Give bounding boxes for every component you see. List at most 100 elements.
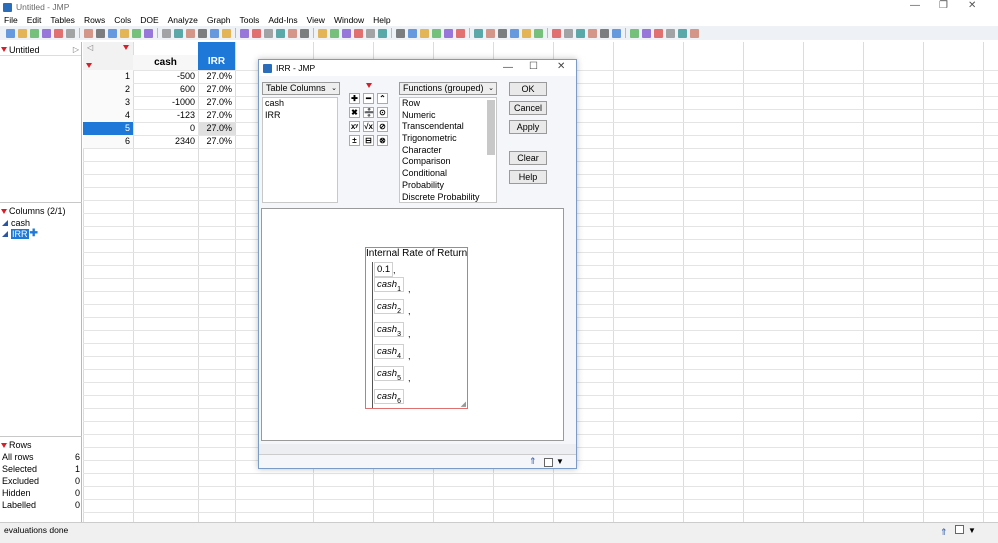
functions-list[interactable]: Row Numeric Transcendental Trigonometric Cha… <box>399 97 497 203</box>
row-number[interactable]: 1 <box>83 70 133 83</box>
toolbar-tool-icon[interactable] <box>408 28 417 38</box>
toolbar-tool-icon[interactable] <box>162 28 171 38</box>
menu-file[interactable]: File <box>4 15 18 25</box>
toolbar-tool-icon[interactable] <box>210 28 219 38</box>
toolbar-tool-icon[interactable] <box>30 28 39 38</box>
window-list-icon[interactable] <box>955 525 964 534</box>
toolbar-tool-icon[interactable] <box>600 28 609 38</box>
menu-graph[interactable]: Graph <box>207 15 231 25</box>
red-triangle-menu-icon[interactable] <box>123 45 129 50</box>
row-number[interactable]: 6 <box>83 135 133 148</box>
toolbar-tool-icon[interactable] <box>198 28 207 38</box>
function-group-item[interactable]: Discrete Probability <box>400 192 496 204</box>
close-icon[interactable]: ✕ <box>557 61 565 72</box>
toolbar-tool-icon[interactable] <box>342 28 351 38</box>
stop-icon[interactable]: ⊗ <box>377 135 388 146</box>
irr-cell[interactable]: 27.0% <box>198 122 235 135</box>
function-group-item[interactable]: Row <box>400 98 496 110</box>
menu-rows[interactable]: Rows <box>84 15 105 25</box>
guess-argument[interactable]: 0.1 <box>374 262 394 277</box>
table-columns-dropdown[interactable]: Table Columns ⌄ <box>262 82 340 95</box>
cash-cell[interactable]: 600 <box>133 83 198 96</box>
irr-cell[interactable]: 27.0% <box>198 83 235 96</box>
corner-left-arrow-icon[interactable]: ◁ <box>87 43 93 52</box>
root-icon[interactable]: √x <box>363 121 374 132</box>
column-item-irr[interactable]: IRR ✚ <box>0 228 82 239</box>
raise-icon[interactable]: ⌃ <box>377 93 388 104</box>
cash-argument[interactable]: cash6 <box>374 388 404 405</box>
red-triangle-menu-icon[interactable] <box>1 442 7 448</box>
cash-argument[interactable]: cash4 <box>374 343 404 360</box>
dropdown-arrow-icon[interactable]: ▼ <box>556 457 564 466</box>
functions-scrollbar[interactable] <box>487 100 495 155</box>
table-columns-list[interactable]: cash IRR <box>262 97 338 203</box>
multiply-icon[interactable]: ✖ <box>349 107 360 118</box>
toolbar-tool-icon[interactable] <box>366 28 375 38</box>
cash-argument[interactable]: cash5 <box>374 366 404 382</box>
function-group-item[interactable]: Conditional <box>400 168 496 180</box>
toolbar-tool-icon[interactable] <box>252 28 261 38</box>
cash-argument[interactable]: cash2 <box>374 299 404 315</box>
toolbar-tool-icon[interactable] <box>96 28 105 38</box>
table-panel-header[interactable]: Untitled ▷ <box>0 44 81 56</box>
irr-cell[interactable]: 27.0% <box>198 96 235 109</box>
cash-cell[interactable]: 0 <box>133 122 198 135</box>
close-icon[interactable]: ✕ <box>968 0 976 11</box>
cash-argument[interactable]: cash1 <box>374 277 404 293</box>
function-group-item[interactable]: Comparison <box>400 156 496 168</box>
cancel-button[interactable]: Cancel <box>509 101 547 115</box>
function-group-item[interactable]: Trigonometric <box>400 133 496 145</box>
toolbar-tool-icon[interactable] <box>534 28 543 38</box>
toolbar-tool-icon[interactable] <box>18 28 27 38</box>
toolbar-tool-icon[interactable] <box>54 28 63 38</box>
irr-cell[interactable]: 27.0% <box>198 135 235 148</box>
row-number[interactable]: 4 <box>83 109 133 122</box>
negate-icon[interactable]: ± <box>349 135 360 146</box>
toolbar-tool-icon[interactable] <box>144 28 153 38</box>
column-item-cash[interactable]: cash <box>0 217 82 228</box>
menu-help[interactable]: Help <box>373 15 390 25</box>
toolbar-tool-icon[interactable] <box>444 28 453 38</box>
irr-formula-box[interactable]: Internal Rate of Return 0.1 , cash1, cash… <box>365 247 468 409</box>
functions-dropdown[interactable]: Functions (grouped) ⌄ <box>399 82 497 95</box>
toolbar-tool-icon[interactable] <box>486 28 495 38</box>
toolbar-tool-icon[interactable] <box>66 28 75 38</box>
toolbar-tool-icon[interactable] <box>174 28 183 38</box>
minimize-icon[interactable]: — <box>910 0 920 11</box>
menu-cols[interactable]: Cols <box>114 15 131 25</box>
toolbar-tool-icon[interactable] <box>300 28 309 38</box>
add-icon[interactable]: ✚ <box>349 93 360 104</box>
table-column-item[interactable]: cash <box>263 98 337 110</box>
row-number[interactable]: 2 <box>83 83 133 96</box>
home-arrow-icon[interactable]: ⇑ <box>940 525 948 539</box>
rows-panel-header[interactable]: Rows <box>0 439 82 451</box>
toolbar-tool-icon[interactable] <box>666 28 675 38</box>
toolbar-tool-icon[interactable] <box>474 28 483 38</box>
menu-window[interactable]: Window <box>334 15 364 25</box>
toolbar-tool-icon[interactable] <box>552 28 561 38</box>
cash-cell[interactable]: 2340 <box>133 135 198 148</box>
menu-doe[interactable]: DOE <box>140 15 158 25</box>
function-group-item[interactable]: Character <box>400 145 496 157</box>
minimize-icon[interactable]: — <box>503 62 513 73</box>
menu-tables[interactable]: Tables <box>50 15 75 25</box>
toolbar-tool-icon[interactable] <box>120 28 129 38</box>
column-header-irr[interactable]: IRR <box>198 42 235 70</box>
toolbar-tool-icon[interactable] <box>576 28 585 38</box>
menu-tools[interactable]: Tools <box>240 15 260 25</box>
toolbar-tool-icon[interactable] <box>432 28 441 38</box>
toolbar-tool-icon[interactable] <box>222 28 231 38</box>
restore-icon[interactable]: ❐ <box>939 0 948 11</box>
match-icon[interactable]: ⊟ <box>363 135 374 146</box>
menu-analyze[interactable]: Analyze <box>168 15 198 25</box>
irr-cell[interactable]: 27.0% <box>198 70 235 83</box>
toolbar-tool-icon[interactable] <box>288 28 297 38</box>
toolbar-tool-icon[interactable] <box>108 28 117 38</box>
toolbar-tool-icon[interactable] <box>240 28 249 38</box>
toolbar-tool-icon[interactable] <box>498 28 507 38</box>
irr-cell[interactable]: 27.0% <box>198 109 235 122</box>
clear-button[interactable]: Clear <box>509 151 547 165</box>
row-number[interactable]: 3 <box>83 96 133 109</box>
red-triangle-menu-icon[interactable] <box>366 83 372 88</box>
toolbar-tool-icon[interactable] <box>564 28 573 38</box>
